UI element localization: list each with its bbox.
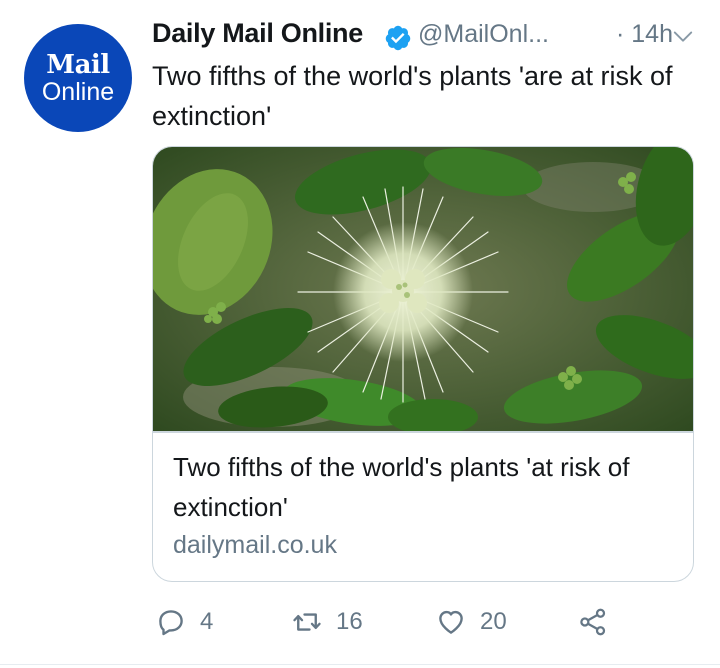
share-icon xyxy=(580,608,606,636)
verified-badge-icon xyxy=(385,25,411,51)
like-icon xyxy=(439,610,463,634)
reply-count: 4 xyxy=(200,608,214,635)
card-domain: dailymail.co.uk xyxy=(173,531,337,559)
retweet-count: 16 xyxy=(336,608,363,635)
link-card[interactable]: Two fifths of the world's plants 'at ris… xyxy=(152,146,694,582)
avatar[interactable]: Mail Online xyxy=(24,24,132,132)
display-name[interactable]: Daily Mail Online xyxy=(152,18,363,49)
tweet-text: Two fifths of the world's plants 'are at… xyxy=(152,61,673,131)
like-button[interactable]: 20 xyxy=(436,600,507,644)
timestamp[interactable]: · 14h xyxy=(616,20,673,49)
avatar-logo-line1: Mail xyxy=(46,50,110,80)
tweet-separator xyxy=(0,664,720,665)
retweet-button[interactable]: 16 xyxy=(292,600,363,644)
card-title[interactable]: Two fifths of the world's plants 'at ris… xyxy=(173,447,663,527)
like-count: 20 xyxy=(480,608,507,635)
reply-button[interactable]: 4 xyxy=(156,600,213,644)
reply-icon xyxy=(159,610,183,636)
retweet-icon xyxy=(293,613,321,631)
tweet-actions: 4 16 20 xyxy=(150,600,710,644)
tweet-header: Daily Mail Online @MailOnl... · 14h xyxy=(152,16,704,56)
card-image-flower[interactable] xyxy=(153,147,694,431)
user-handle[interactable]: @MailOnl... xyxy=(418,20,549,49)
chevron-down-icon[interactable] xyxy=(672,26,694,48)
card-divider xyxy=(153,431,693,433)
tweet[interactable]: Mail Online Daily Mail Online @MailOnl..… xyxy=(0,0,720,668)
avatar-logo-line2: Online xyxy=(41,78,115,106)
share-button[interactable] xyxy=(578,600,608,644)
